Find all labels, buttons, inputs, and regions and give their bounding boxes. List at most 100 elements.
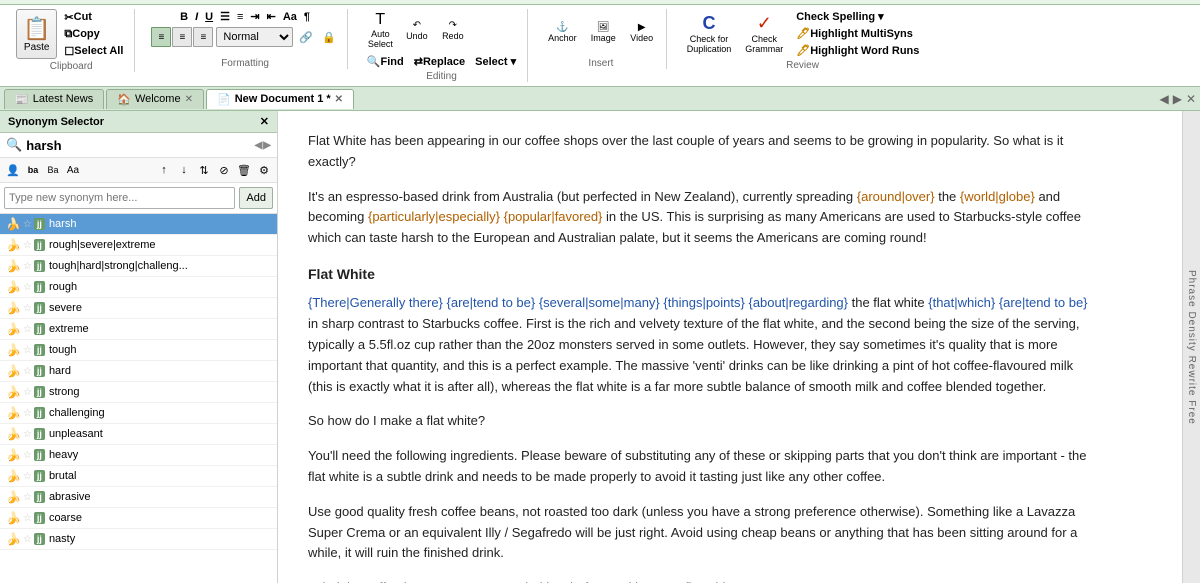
content-scroll[interactable]: Flat White has been appearing in our cof…: [278, 111, 1182, 583]
star-icon-7[interactable]: ☆: [23, 345, 32, 356]
video-button[interactable]: ▶ Video: [626, 20, 658, 45]
word-next-icon[interactable]: ▶: [263, 140, 271, 151]
toolbar-ba3-icon[interactable]: Aa: [64, 161, 82, 179]
synonym-item-11[interactable]: 🍌☆jjunpleasant: [0, 424, 277, 445]
star-icon-1[interactable]: ☆: [23, 219, 32, 230]
toolbar-move-down-icon[interactable]: ↓: [175, 161, 193, 179]
italic-button[interactable]: I: [192, 10, 201, 24]
tab-close-icon[interactable]: ✕: [1186, 92, 1196, 106]
redo-button[interactable]: ↷ Redo: [437, 9, 469, 51]
synonym-item-8[interactable]: 🍌☆jjhard: [0, 361, 277, 382]
star-icon-6[interactable]: ☆: [23, 324, 32, 335]
align-center-button[interactable]: ≡: [172, 27, 192, 47]
banana-icon-8: 🍌: [6, 364, 21, 378]
undo-button[interactable]: ↶ Undo: [401, 9, 433, 51]
toolbar-delete-icon[interactable]: 🗑: [235, 161, 253, 179]
toolbar-person-icon[interactable]: 👤: [4, 161, 22, 179]
sidebar-close-icon[interactable]: ✕: [260, 115, 269, 128]
outdent-button[interactable]: ⇤: [264, 9, 279, 24]
align-right-button[interactable]: ≡: [193, 27, 213, 47]
cut-button[interactable]: ✂ Cut: [61, 10, 126, 25]
toolbar-ba2-icon[interactable]: Ba: [44, 161, 62, 179]
search-input[interactable]: [4, 187, 235, 209]
synonym-item-10[interactable]: 🍌☆jjchallenging: [0, 403, 277, 424]
highlight-multisyns-button[interactable]: 🖊 Highlight MultiSyns: [793, 26, 922, 41]
anchor-button[interactable]: ⚓ Anchor: [544, 20, 581, 45]
tab-prev-icon[interactable]: ◀: [1159, 92, 1168, 106]
paragraph-button[interactable]: ¶: [301, 10, 313, 24]
star-icon-10[interactable]: ☆: [23, 408, 32, 419]
star-icon-9[interactable]: ☆: [23, 387, 32, 398]
tab-new-document[interactable]: 📄 New Document 1 * ✕: [206, 89, 354, 109]
check-duplication-button[interactable]: C Check forDuplication: [683, 11, 736, 56]
toolbar-move-up-icon[interactable]: ↑: [155, 161, 173, 179]
star-icon-2[interactable]: ☆: [23, 240, 32, 251]
ribbon: 📋 Paste ✂ Cut ⧉ Copy ☐ Select All Clipbo…: [0, 0, 1200, 87]
synonym-item-15[interactable]: 🍌☆jjcoarse: [0, 508, 277, 529]
auto-select-button[interactable]: T AutoSelect: [364, 9, 397, 51]
synonym-item-6[interactable]: 🍌☆jjextreme: [0, 319, 277, 340]
toolbar-ba1-icon[interactable]: ba: [24, 161, 42, 179]
indent-button[interactable]: ⇥: [247, 9, 262, 24]
star-icon-5[interactable]: ☆: [23, 303, 32, 314]
banana-icon-6: 🍌: [6, 322, 21, 336]
close-welcome-icon[interactable]: ✕: [185, 94, 193, 105]
lock-button[interactable]: 🔒: [319, 30, 339, 45]
tab-welcome[interactable]: 🏠 Welcome ✕: [106, 89, 204, 109]
synonym-item-5[interactable]: 🍌☆jjsevere: [0, 298, 277, 319]
find-button[interactable]: 🔍 Find: [364, 54, 407, 69]
star-icon-13[interactable]: ☆: [23, 471, 32, 482]
star-icon-8[interactable]: ☆: [23, 366, 32, 377]
format-dropdown[interactable]: Normal Heading 1 Heading 2: [216, 27, 293, 47]
case-button[interactable]: Aa: [280, 10, 300, 24]
tab-next-icon[interactable]: ▶: [1173, 92, 1182, 106]
align-left-button[interactable]: ≡: [151, 27, 171, 47]
star-icon-3[interactable]: ☆: [23, 261, 32, 272]
highlight-word-runs-button[interactable]: 🖊 Highlight Word Runs: [793, 43, 922, 58]
synonym-item-12[interactable]: 🍌☆jjheavy: [0, 445, 277, 466]
synonym-item-7[interactable]: 🍌☆jjtough: [0, 340, 277, 361]
toolbar-settings-icon[interactable]: ⚙: [255, 161, 273, 179]
synonym-item-13[interactable]: 🍌☆jjbrutal: [0, 466, 277, 487]
check-spelling-button[interactable]: Check Spelling ▾: [793, 9, 922, 24]
bold-button[interactable]: B: [177, 10, 191, 24]
image-button[interactable]: 🖼 Image: [587, 20, 620, 45]
word-nav-arrows: ◀ ▶: [255, 140, 271, 151]
star-icon-16[interactable]: ☆: [23, 534, 32, 545]
synonym-world-globe: {world|globe}: [960, 189, 1035, 204]
link-button[interactable]: 🔗: [296, 30, 316, 45]
document-text: Flat White has been appearing in our cof…: [308, 131, 1088, 583]
synonym-item-3[interactable]: 🍌☆jjtough|hard|strong|challeng...: [0, 256, 277, 277]
syn-there: {There|Generally there}: [308, 295, 443, 310]
synonym-item-16[interactable]: 🍌☆jjnasty: [0, 529, 277, 550]
star-icon-4[interactable]: ☆: [23, 282, 32, 293]
select-all-button[interactable]: ☐ Select All: [61, 44, 126, 59]
toolbar-filter-icon[interactable]: ⊘: [215, 161, 233, 179]
list-button[interactable]: ☰: [217, 9, 233, 24]
paste-button[interactable]: 📋 Paste: [16, 9, 57, 59]
add-synonym-button[interactable]: Add: [239, 187, 273, 209]
copy-button[interactable]: ⧉ Copy: [61, 27, 126, 42]
word-prev-icon[interactable]: ◀: [255, 140, 263, 151]
insert-label: Insert: [588, 56, 613, 69]
syn-icons-12: 🍌☆jj: [6, 448, 45, 462]
underline-button[interactable]: U: [202, 10, 216, 24]
star-icon-14[interactable]: ☆: [23, 492, 32, 503]
synonym-item-9[interactable]: 🍌☆jjstrong: [0, 382, 277, 403]
check-grammar-button[interactable]: ✓ CheckGrammar: [741, 11, 787, 56]
synonym-item-4[interactable]: 🍌☆jjrough: [0, 277, 277, 298]
toolbar-sort-icon[interactable]: ⇅: [195, 161, 213, 179]
close-doc-icon[interactable]: ✕: [335, 94, 343, 105]
syn-are: {are|tend to be}: [447, 295, 536, 310]
synonym-item-14[interactable]: 🍌☆jjabrasive: [0, 487, 277, 508]
align-buttons: ≡ ≡ ≡: [151, 27, 213, 47]
star-icon-15[interactable]: ☆: [23, 513, 32, 524]
select-button[interactable]: Select ▾: [472, 54, 519, 69]
replace-button[interactable]: ⇄ Replace: [411, 54, 468, 69]
synonym-item-1[interactable]: 🍌☆jjharsh: [0, 214, 277, 235]
synonym-item-2[interactable]: 🍌☆jjrough|severe|extreme: [0, 235, 277, 256]
numbered-list-button[interactable]: ≡: [234, 10, 246, 24]
tab-latest-news[interactable]: 📰 Latest News: [4, 89, 104, 109]
star-icon-11[interactable]: ☆: [23, 429, 32, 440]
star-icon-12[interactable]: ☆: [23, 450, 32, 461]
